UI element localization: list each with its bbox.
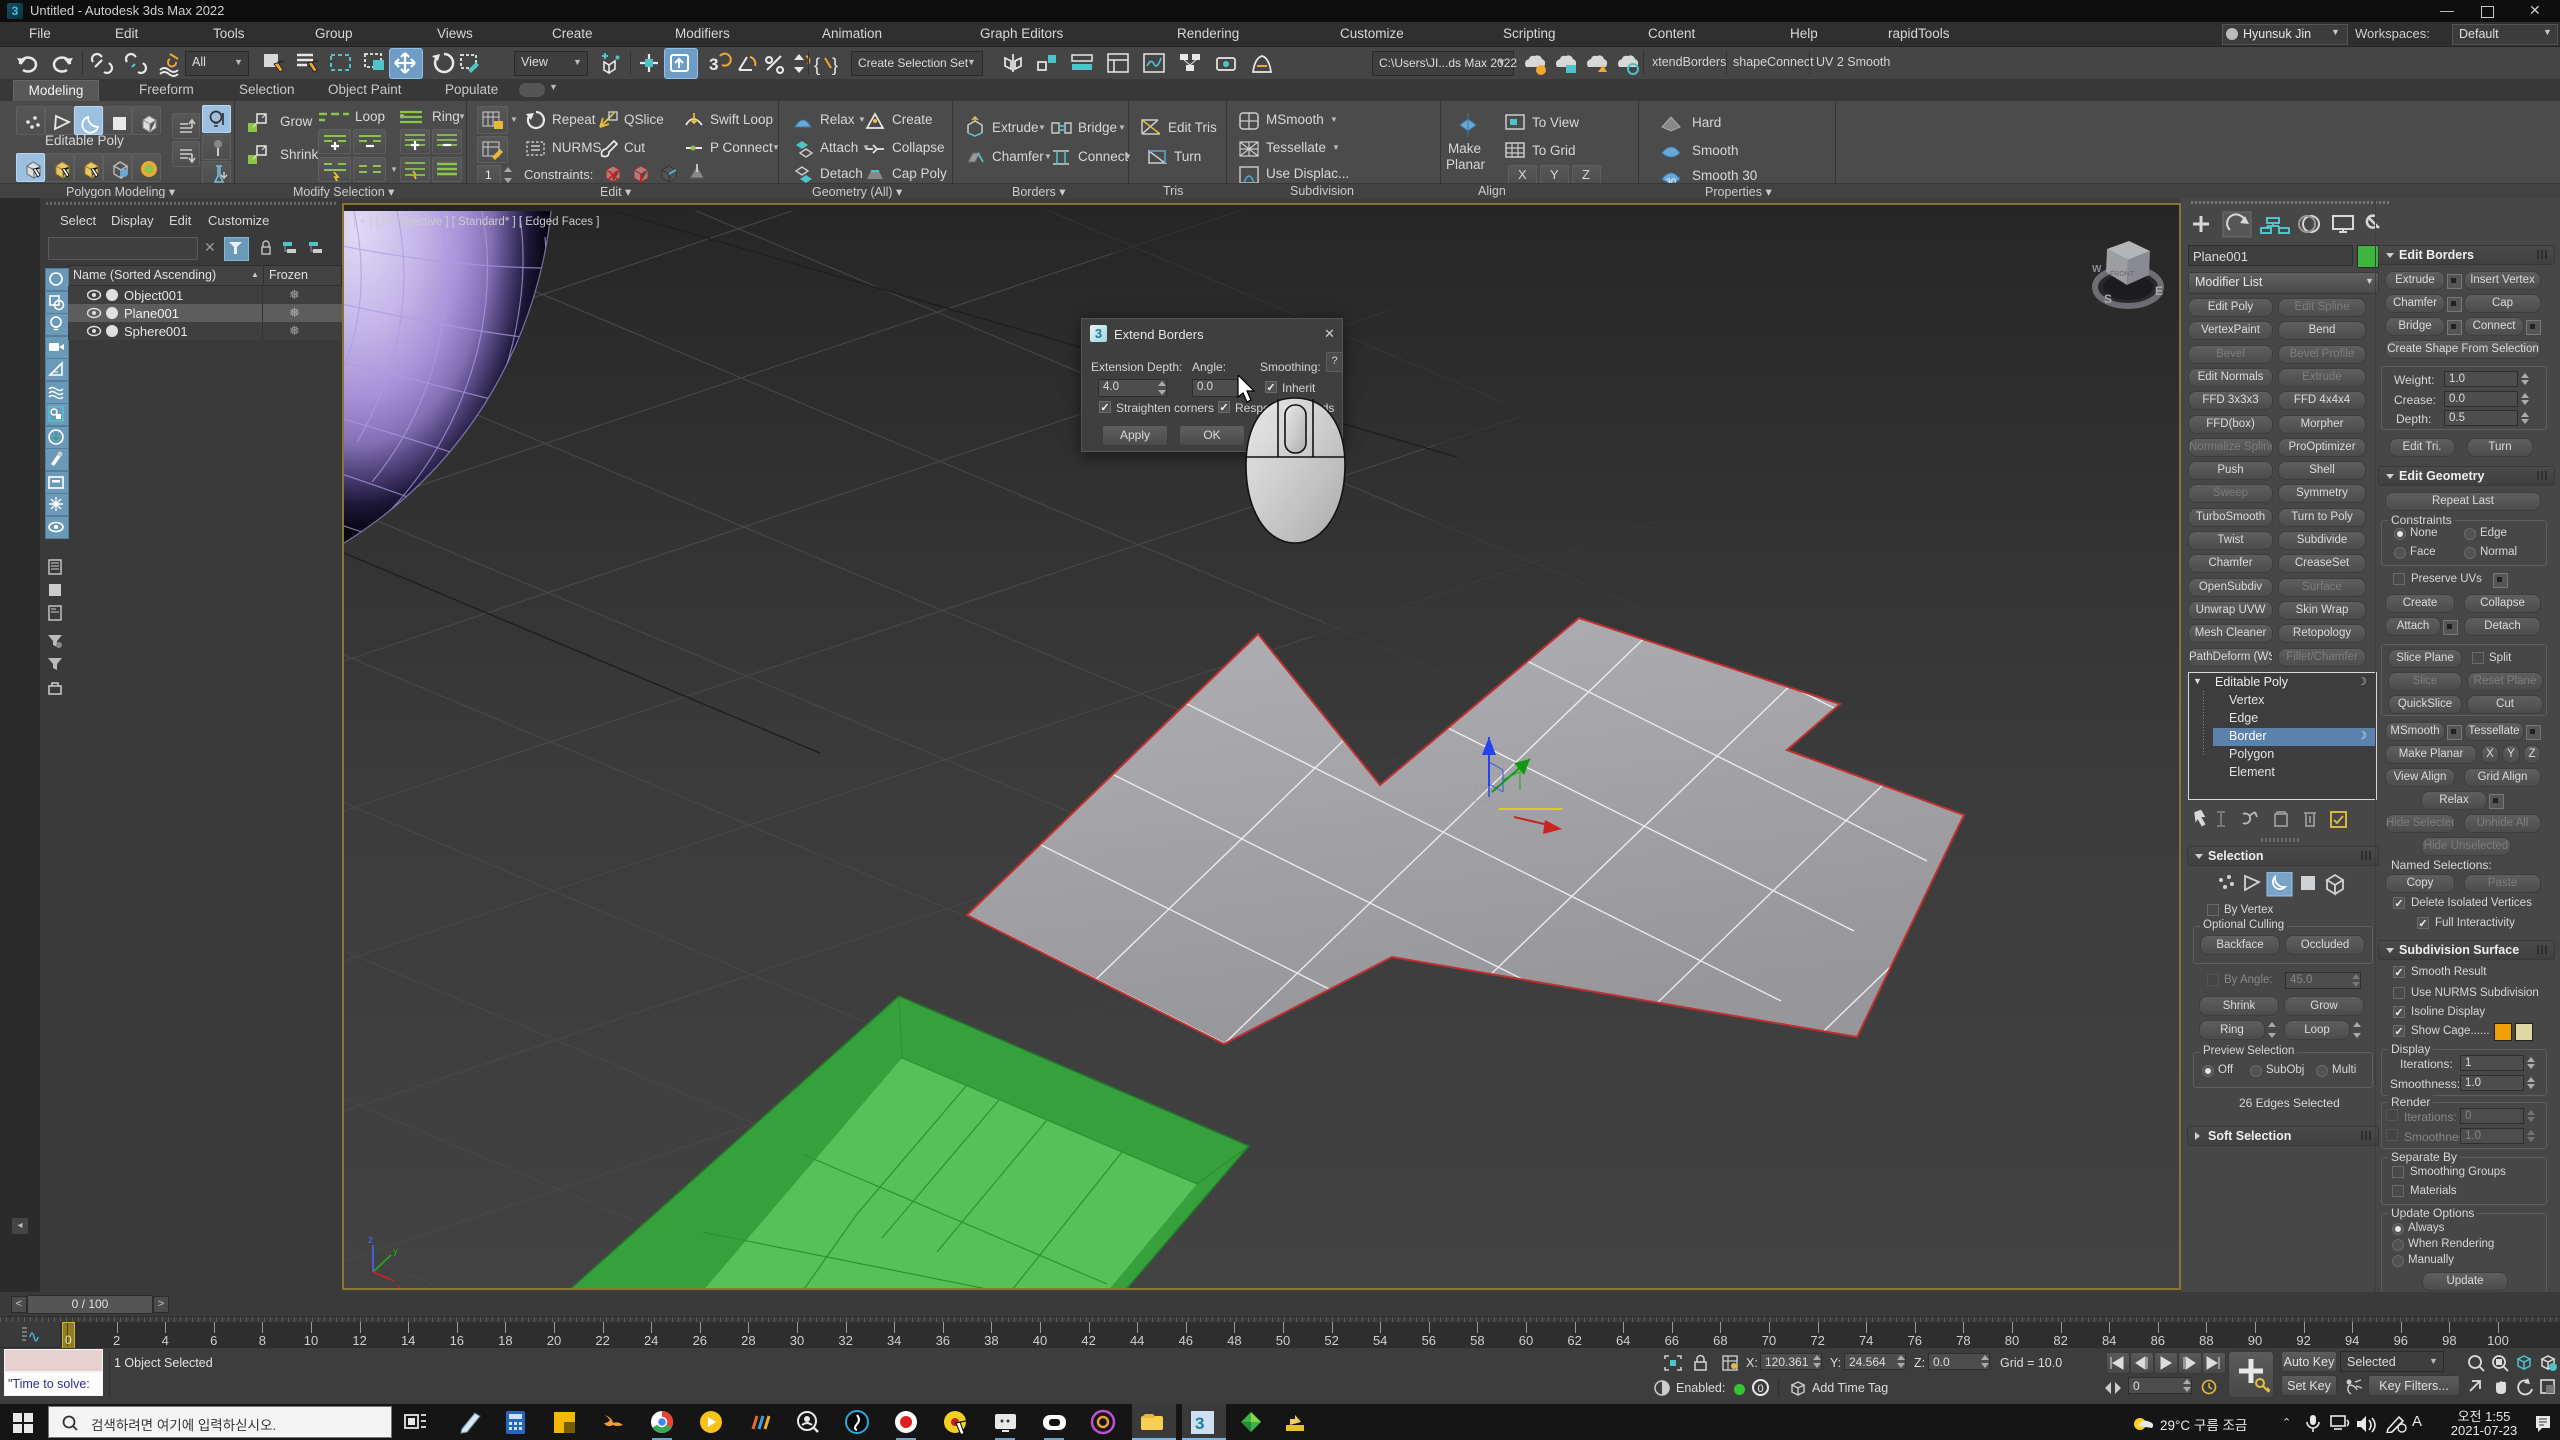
- svg-text:x: x: [396, 1282, 401, 1288]
- svg-text:W: W: [2092, 264, 2102, 275]
- svg-text:FRONT: FRONT: [2110, 271, 2135, 278]
- svg-text:S: S: [2104, 292, 2112, 306]
- svg-text:z: z: [368, 1235, 373, 1246]
- svg-text:y: y: [393, 1246, 398, 1257]
- svg-text:E: E: [2155, 284, 2163, 298]
- svg-text:[ + ] [ Perspective ] [ Standa: [ + ] [ Perspective ] [ Standard* ] [ Ed…: [353, 216, 599, 228]
- svg-text:}: }: [832, 55, 838, 75]
- svg-text:3: 3: [709, 55, 718, 74]
- svg-text:{: {: [814, 55, 820, 75]
- svg-text:3: 3: [1195, 1414, 1204, 1433]
